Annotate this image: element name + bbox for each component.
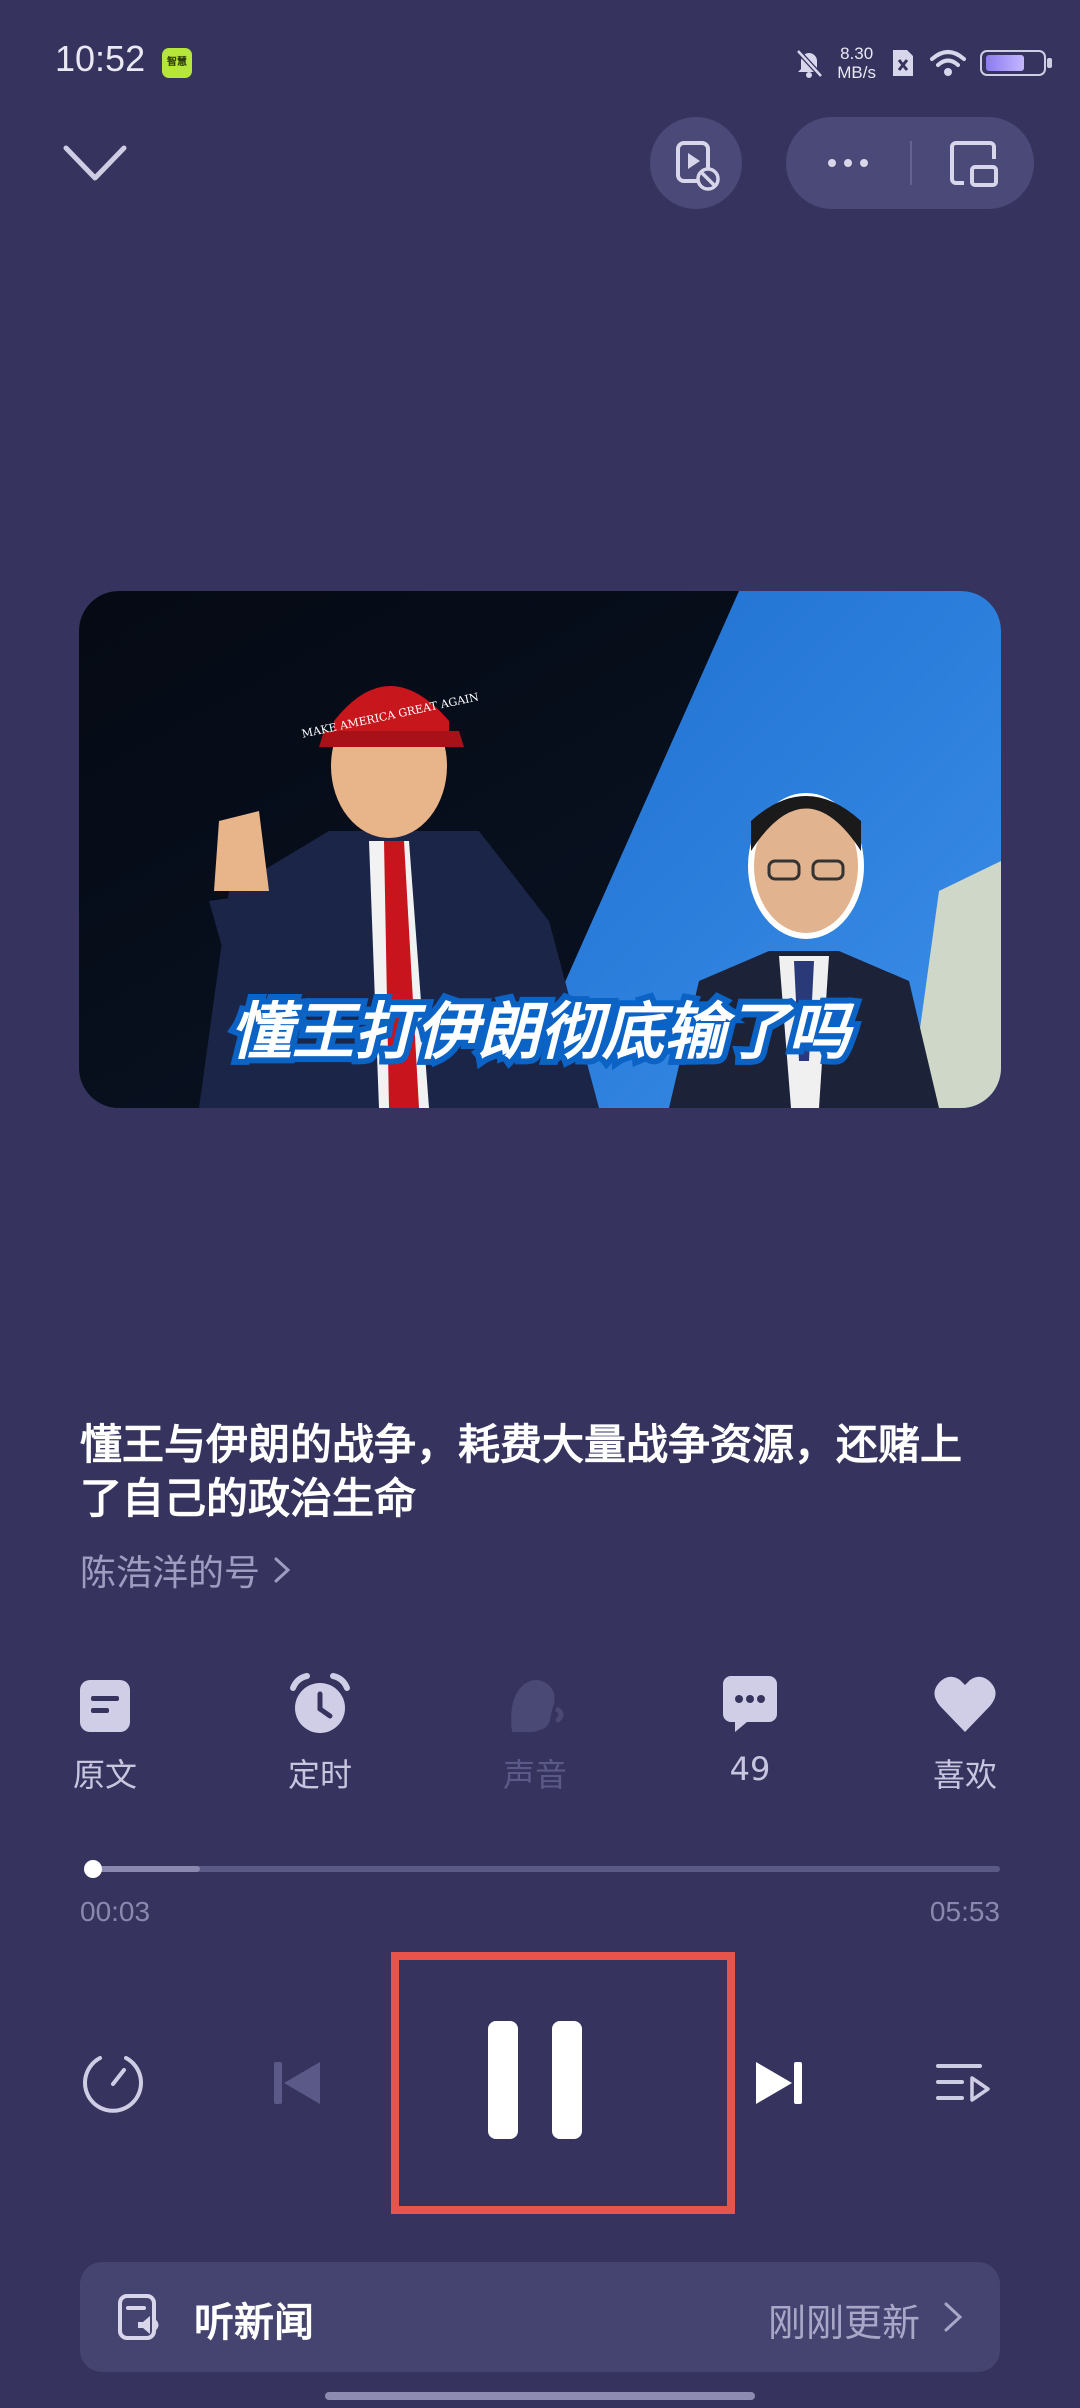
cover-image: 懂王打伊朗彻底输了吗 MAKE AMERICA GREAT AGAIN	[79, 591, 1001, 1108]
video-mode-button[interactable]	[650, 117, 742, 209]
player-screen: 10:52 智慧 8.30 MB/s 懂王打伊朗彻底输了吗 MAKE AMERI…	[0, 0, 1080, 2408]
document-icon	[80, 1680, 130, 1732]
channel-link[interactable]: 陈浩洋的号	[80, 1544, 294, 1596]
pause-icon[interactable]	[470, 2015, 600, 2145]
top-right-menu	[786, 117, 1034, 209]
battery-level	[986, 55, 1024, 71]
alarm-clock-icon	[290, 1673, 350, 1733]
floating-window-button[interactable]	[912, 117, 1034, 209]
cover-caption: 懂王打伊朗彻底输了吗	[230, 995, 855, 1068]
progress-bar[interactable]	[86, 1866, 1000, 1872]
net-speed-unit: MB/s	[837, 63, 876, 82]
floating-window-icon	[950, 141, 998, 187]
home-indicator[interactable]	[325, 2392, 755, 2400]
comment-icon	[723, 1676, 777, 1732]
mute-bell-icon	[796, 49, 824, 78]
status-time: 10:52	[55, 38, 146, 79]
action-label: 原文	[72, 1756, 137, 1794]
playlist-icon[interactable]	[934, 2058, 994, 2108]
current-time: 00:03	[80, 1896, 151, 1927]
action-row: 原文 定时 声音 49 喜欢	[30, 1670, 1060, 1810]
progress-knob[interactable]	[84, 1860, 103, 1878]
status-icons: 8.30 MB/s	[795, 38, 1052, 88]
action-original-text[interactable]: 原文	[30, 1670, 180, 1796]
battery-icon	[980, 50, 1052, 76]
comment-count: 49	[729, 1750, 771, 1788]
battery-cap	[1047, 58, 1052, 68]
heart-icon	[934, 1676, 996, 1732]
channel-name: 陈浩洋的号	[80, 1553, 261, 1594]
news-status: 刚刚更新	[767, 2301, 920, 2345]
action-label: 喜欢	[932, 1756, 997, 1794]
total-time: 05:53	[929, 1896, 1000, 1927]
action-like[interactable]: 喜欢	[890, 1670, 1040, 1796]
playback-speed-icon[interactable]	[80, 2050, 146, 2116]
action-label: 定时	[287, 1756, 352, 1794]
voice-icon	[511, 1680, 564, 1732]
wifi-icon	[930, 50, 966, 76]
status-bar: 10:52 智慧 8.30 MB/s	[0, 0, 1080, 120]
video-off-icon	[676, 141, 720, 191]
news-title: 听新闻	[194, 2300, 314, 2346]
track-title: 懂王与伊朗的战争，耗费大量战争资源，还赌上了自己的政治生命	[80, 1420, 963, 1523]
app-badge-icon: 智慧	[162, 48, 192, 78]
chevron-right-icon	[944, 2302, 963, 2332]
next-icon[interactable]	[752, 2058, 806, 2108]
net-speed: 8.30 MB/s	[837, 44, 876, 82]
progress-buffered	[86, 1866, 201, 1872]
action-voice[interactable]: 声音	[460, 1670, 610, 1796]
no-sim-icon	[893, 50, 913, 76]
action-label: 声音	[502, 1756, 567, 1794]
news-audio-icon	[118, 2294, 159, 2340]
collapse-chevron-icon[interactable]	[60, 136, 130, 192]
more-dots-icon	[828, 159, 868, 167]
chevron-right-icon	[274, 1557, 291, 1583]
action-timer[interactable]: 定时	[245, 1670, 395, 1796]
previous-icon[interactable]	[270, 2058, 324, 2108]
news-bar[interactable]: 听新闻 刚刚更新	[80, 2262, 1000, 2372]
net-speed-value: 8.30	[840, 44, 874, 63]
more-button[interactable]	[786, 117, 910, 209]
action-comments[interactable]: 49	[675, 1670, 825, 1788]
